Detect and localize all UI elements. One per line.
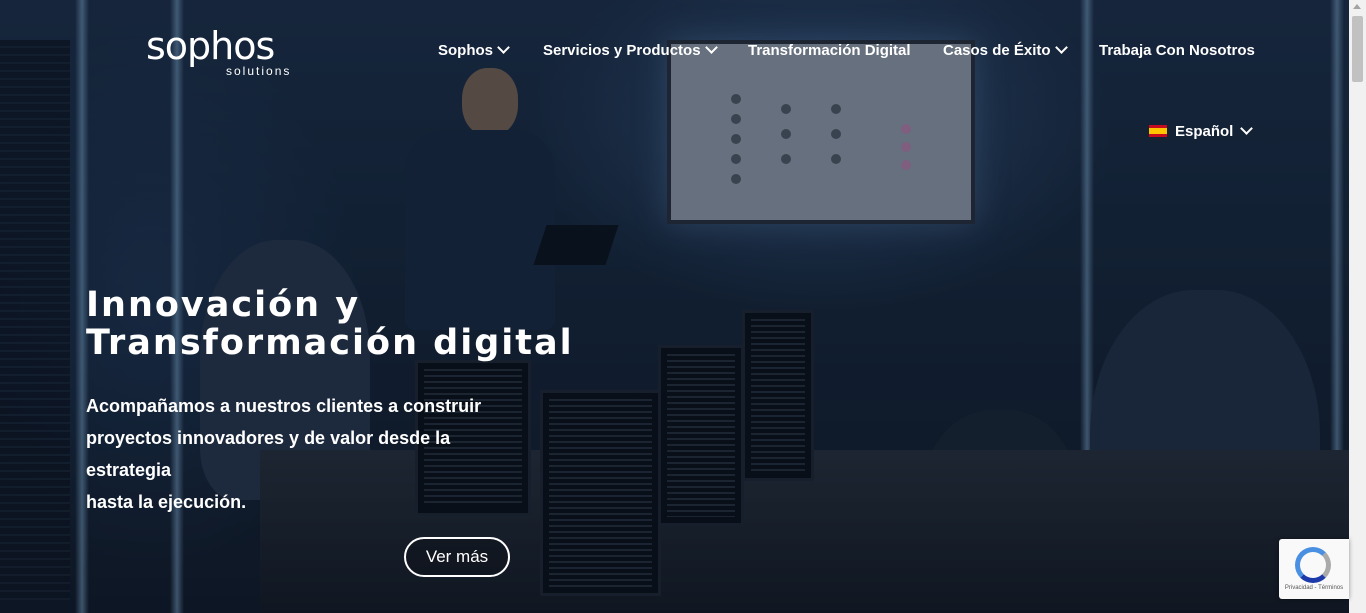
hero-subtitle-line: Acompañamos a nuestros clientes a constr… xyxy=(86,396,482,416)
language-selector[interactable]: Español xyxy=(1149,122,1254,140)
nav-label: Sophos xyxy=(438,42,493,59)
ver-mas-button[interactable]: Ver más xyxy=(404,537,510,577)
nav-item-transformacion-digital[interactable]: Transformación Digital xyxy=(748,42,911,59)
logo-brand-text: sophos xyxy=(146,24,275,68)
language-label: Español xyxy=(1175,123,1234,140)
nav-item-sophos[interactable]: Sophos xyxy=(438,41,510,59)
chevron-down-icon xyxy=(704,41,718,54)
scrollbar-thumb[interactable] xyxy=(1352,16,1363,82)
nav-label: Servicios y Productos xyxy=(543,42,701,59)
nav-label: Transformación Digital xyxy=(748,42,911,59)
recaptcha-links[interactable]: Privacidad - Términos xyxy=(1279,585,1349,591)
hero-subtitle-line: proyectos innovadores y de valor desde l… xyxy=(86,428,451,480)
hero-subtitle: Acompañamos a nuestros clientes a constr… xyxy=(86,390,526,518)
hero-subtitle-line: hasta la ejecución. xyxy=(86,492,247,512)
chevron-down-icon xyxy=(497,41,510,54)
recaptcha-badge[interactable]: Privacidad - Términos xyxy=(1279,539,1349,599)
chevron-down-icon xyxy=(1054,41,1068,54)
logo-tagline-text: solutions xyxy=(226,64,292,78)
page-scrollbar[interactable] xyxy=(1349,0,1366,613)
scroll-up-arrow-icon[interactable] xyxy=(1353,4,1361,9)
nav-item-trabaja-con-nosotros[interactable]: Trabaja Con Nosotros xyxy=(1099,42,1255,59)
recaptcha-icon xyxy=(1295,547,1331,583)
sophos-logo[interactable]: sophos solutions xyxy=(146,24,289,78)
chevron-down-icon xyxy=(1240,122,1254,135)
nav-label: Casos de Éxito xyxy=(943,42,1051,59)
hero-title: Innovación y Transformación digital xyxy=(86,286,574,362)
hero-title-line: Transformación digital xyxy=(86,323,574,363)
hero-title-line: Innovación y xyxy=(86,285,361,325)
nav-item-servicios-productos[interactable]: Servicios y Productos xyxy=(543,41,718,59)
nav-label: Trabaja Con Nosotros xyxy=(1099,42,1255,59)
spain-flag-icon xyxy=(1149,125,1167,137)
nav-item-casos-exito[interactable]: Casos de Éxito xyxy=(943,41,1068,59)
